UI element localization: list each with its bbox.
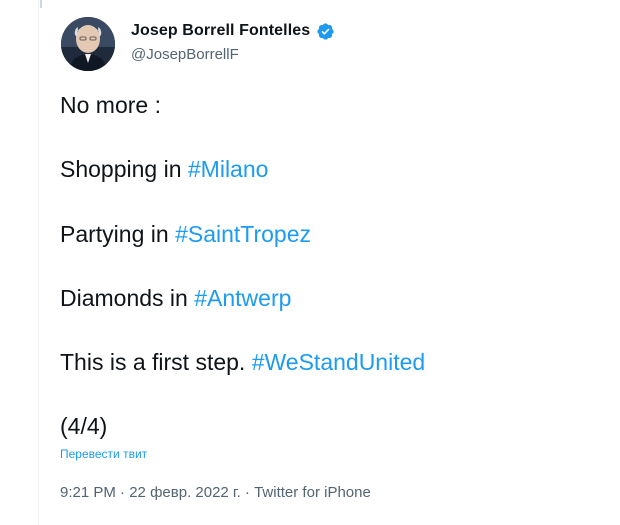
thread-connector-line	[40, 0, 42, 8]
tweet-line: Partying in #SaintTropez	[60, 219, 311, 249]
tweet-line-text: No more :	[60, 92, 161, 118]
tweet-line: Diamonds in #Antwerp	[60, 283, 291, 313]
hashtag-link[interactable]: #SaintTropez	[175, 221, 311, 247]
tweet-line: No more :	[60, 90, 161, 120]
tweet-line: This is a first step. #WeStandUnited	[60, 347, 425, 377]
tweet-line-text: Diamonds in	[60, 285, 195, 311]
author-handle[interactable]: @JosepBorrellF	[131, 46, 239, 63]
hashtag-link[interactable]: #WeStandUnited	[252, 349, 425, 375]
avatar[interactable]	[61, 17, 115, 71]
translate-tweet-link[interactable]: Перевести твит	[60, 447, 147, 461]
tweet-line-text: This is a first step.	[60, 349, 252, 375]
tweet-line-text: Shopping in	[60, 156, 188, 182]
tweet-line-text: (4/4)	[60, 413, 108, 439]
thread-rule	[38, 0, 39, 525]
tweet-meta: 9:21 PM · 22 февр. 2022 г. · Twitter for…	[60, 484, 371, 501]
tweet-source[interactable]: Twitter for iPhone	[254, 484, 371, 501]
meta-separator: ·	[115, 484, 130, 501]
author-display-name[interactable]: Josep Borrell Fontelles	[131, 22, 310, 40]
hashtag-link[interactable]: #Antwerp	[194, 285, 291, 311]
author-name-row[interactable]: Josep Borrell Fontelles	[131, 20, 335, 42]
tweet-line-text: Partying in	[60, 221, 176, 247]
verified-badge-icon	[316, 22, 335, 41]
tweet-time[interactable]: 9:21 PM	[60, 484, 116, 501]
meta-separator: ·	[240, 484, 255, 501]
profile-photo-icon	[61, 17, 115, 71]
tweet-line: (4/4)	[60, 411, 107, 441]
tweet-line: Shopping in #Milano	[60, 154, 268, 184]
hashtag-link[interactable]: #Milano	[188, 156, 269, 182]
tweet-date[interactable]: 22 февр. 2022 г.	[129, 484, 241, 501]
